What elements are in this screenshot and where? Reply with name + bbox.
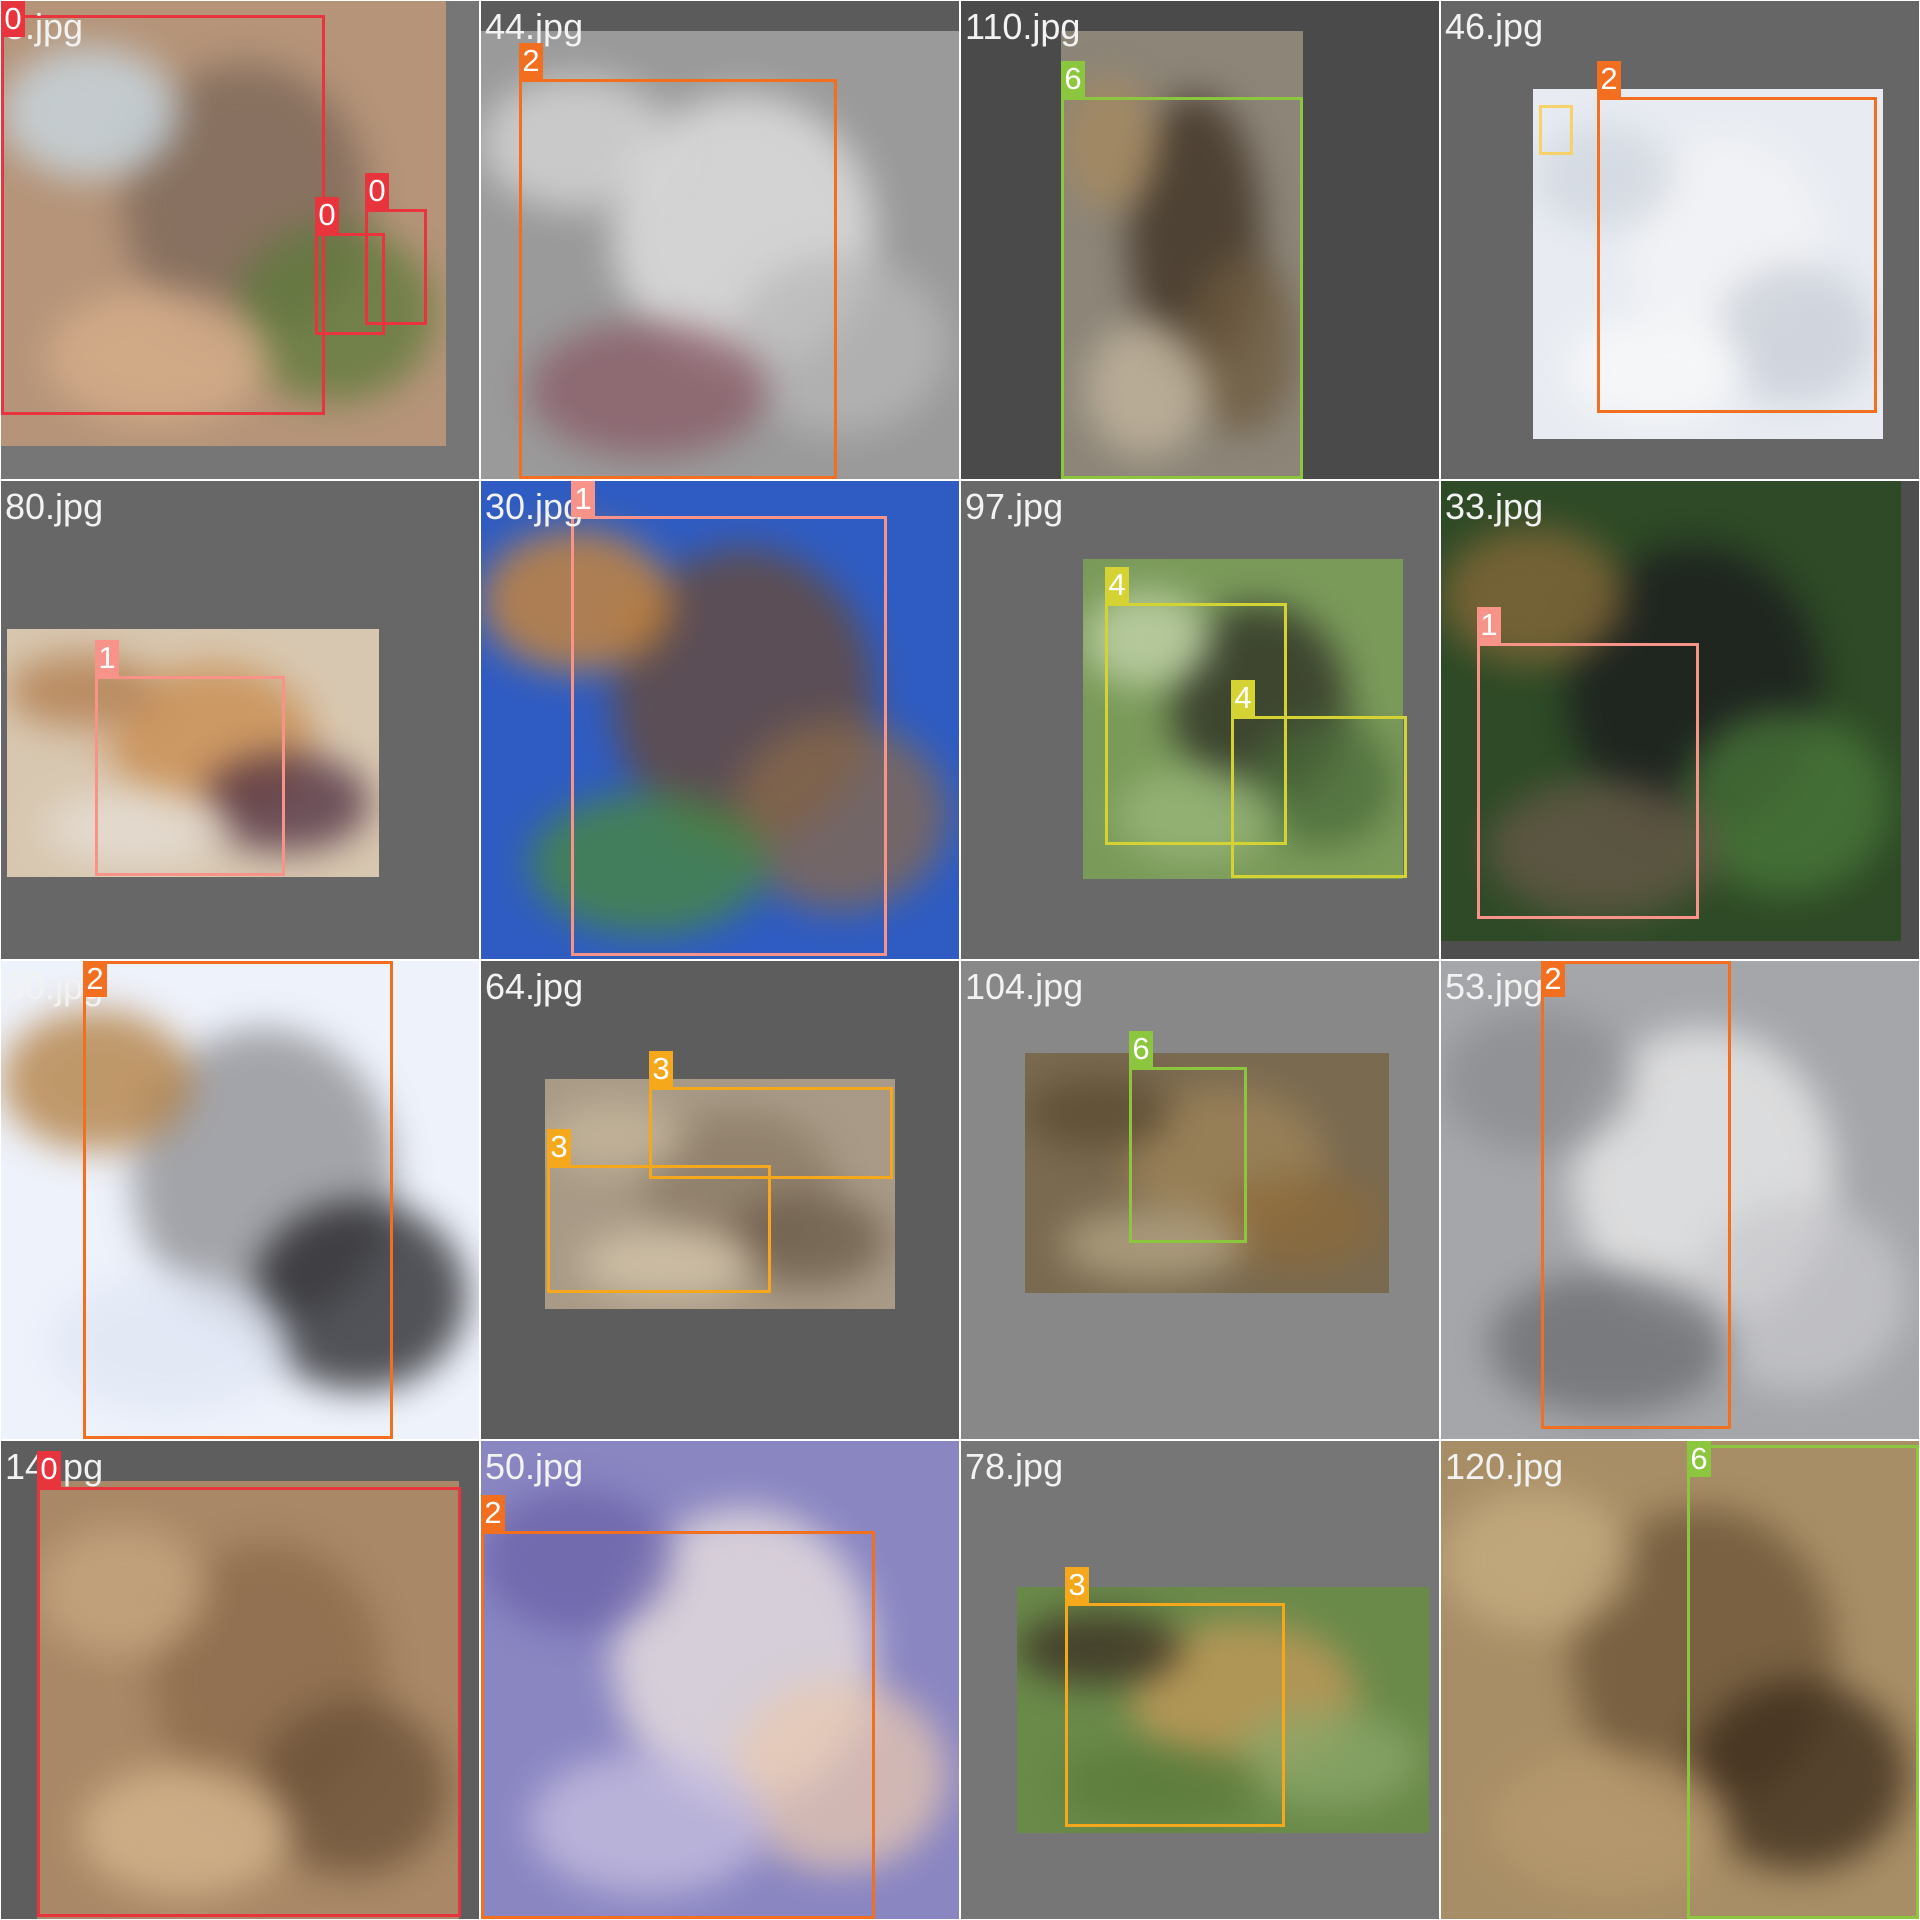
- leopard-box-icon[interactable]: [1477, 643, 1699, 919]
- small-box-icon[interactable]: [1539, 105, 1573, 155]
- mosaic-tile[interactable]: 44.jpg 2: [481, 1, 959, 479]
- arctic-fox-box-icon[interactable]: [1541, 961, 1731, 1429]
- image-filename: 33.jpg: [1445, 486, 1544, 527]
- mosaic-tile[interactable]: 46.jpg 2: [1441, 1, 1919, 479]
- image-filename: 50.jpg: [485, 1446, 584, 1487]
- elephant-calf-box-icon[interactable]: [365, 209, 427, 325]
- mosaic-tile[interactable]: 14.jpg0: [1, 1441, 479, 1919]
- white-wolf-box-icon[interactable]: [1597, 97, 1877, 413]
- class-label-tag: 1: [95, 640, 119, 676]
- image-filename: 46.jpg: [1445, 6, 1544, 47]
- arctic-fox-box-icon[interactable]: [481, 1531, 875, 1919]
- leopard-box-icon[interactable]: [571, 516, 887, 956]
- image-filename: 78.jpg: [965, 1446, 1064, 1487]
- class-label-tag: 2: [1597, 61, 1621, 97]
- class-label-tag: 2: [481, 1495, 505, 1531]
- cheetah-box-icon[interactable]: [547, 1165, 771, 1293]
- mosaic-tile[interactable]: 50.jpg 2: [481, 1441, 959, 1919]
- image-filename: 110.jpg: [965, 6, 1081, 47]
- arctic-fox-box-icon[interactable]: [519, 79, 837, 479]
- class-label-tag: 1: [571, 481, 595, 517]
- class-label-tag: 3: [547, 1129, 571, 1165]
- mosaic-tile[interactable]: 30.jpg 1: [481, 481, 959, 959]
- mosaic-tile[interactable]: 53.jpg 2: [1441, 961, 1919, 1439]
- class-label-tag: 1: [1477, 607, 1501, 643]
- mosaic-tile[interactable]: 104.jpg 6: [961, 961, 1439, 1439]
- mosaic-tile[interactable]: 110.jpg 6: [961, 1, 1439, 479]
- class-label-tag: 6: [1129, 1031, 1153, 1067]
- class-label-tag: 0: [37, 1451, 61, 1487]
- mosaic-tile[interactable]: 33.jpg 1: [1441, 481, 1919, 959]
- image-filename: 97.jpg: [965, 486, 1064, 527]
- class-label-tag: 6: [1687, 1441, 1711, 1477]
- chimpanzee-box-icon[interactable]: [1231, 716, 1407, 878]
- mosaic-tile[interactable]: 78.jpg 3: [961, 1441, 1439, 1919]
- mosaic-tile[interactable]: 97.jpg 4 4: [961, 481, 1439, 959]
- mosaic-tile[interactable]: 120.jpg 6: [1441, 1441, 1919, 1919]
- class-label-tag: 3: [1065, 1567, 1089, 1603]
- class-label-tag: 2: [83, 961, 107, 997]
- mosaic-tile[interactable]: 64.jpg 3 3: [481, 961, 959, 1439]
- image-filename: 53.jpg: [1445, 966, 1544, 1007]
- class-label-tag: 6: [1061, 61, 1085, 97]
- mosaic-tile[interactable]: 80.jpg 1: [1, 481, 479, 959]
- class-label-tag: 0: [315, 197, 339, 233]
- class-label-tag: 3: [649, 1051, 673, 1087]
- elephant-box-icon[interactable]: [37, 1487, 461, 1917]
- photo-region: [1441, 1488, 1633, 1633]
- image-filename: 120.jpg: [1445, 1446, 1564, 1487]
- class-label-tag: 4: [1231, 680, 1255, 716]
- lion-box-icon[interactable]: [1129, 1067, 1247, 1243]
- cheetah-cub-box-icon[interactable]: [95, 676, 285, 876]
- image-filename: 44.jpg: [485, 6, 584, 47]
- class-label-tag: 2: [519, 43, 543, 79]
- image-filename: 104.jpg: [965, 966, 1084, 1007]
- photo-region: [1682, 711, 1890, 895]
- image-filename: 64.jpg: [485, 966, 584, 1007]
- detection-mosaic: 5.jpg 0 0 0 44.jpg 2 110.jpg 6 46.jpg 2 80.jpg 1 30.…: [0, 0, 1920, 1920]
- lion-box-icon[interactable]: [1061, 97, 1303, 479]
- image-filename: 30.jpg: [485, 486, 584, 527]
- class-label-tag: 0: [1, 1, 25, 37]
- wolf-face-box-icon[interactable]: [83, 961, 393, 1439]
- class-label-tag: 0: [365, 173, 389, 209]
- image-filename: 80.jpg: [5, 486, 104, 527]
- class-label-tag: 2: [1541, 961, 1565, 997]
- cheetah-box-icon[interactable]: [1065, 1603, 1285, 1827]
- elephant-box-icon[interactable]: [1, 15, 325, 415]
- mosaic-tile[interactable]: 5.jpg 0 0 0: [1, 1, 479, 479]
- class-label-tag: 4: [1105, 567, 1129, 603]
- mosaic-tile[interactable]: 60.jpg 2: [1, 961, 479, 1439]
- lion-box-icon[interactable]: [1687, 1445, 1919, 1919]
